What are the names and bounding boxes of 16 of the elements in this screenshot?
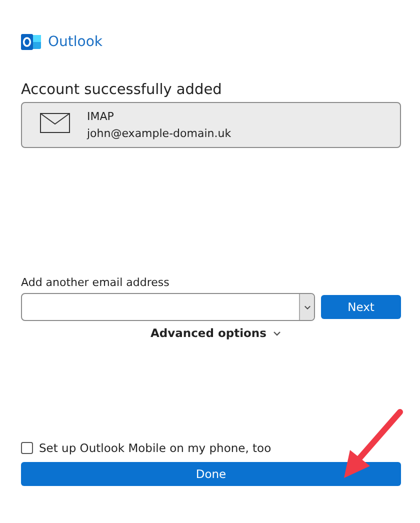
dropdown-button[interactable] [299,294,314,320]
field-label: Add another email address [21,276,170,289]
next-button[interactable]: Next [321,295,401,319]
heading: Account successfully added [21,82,223,98]
app-name: Outlook [48,34,103,50]
advanced-options-toggle[interactable]: Advanced options [150,326,282,340]
chevron-down-icon [304,304,310,310]
outlook-logo-icon [21,33,41,51]
envelope-icon [40,113,70,133]
account-email: john@example-domain.uk [87,127,232,140]
done-button[interactable]: Done [21,462,401,486]
checkbox[interactable] [21,442,33,454]
checkbox-label: Set up Outlook Mobile on my phone, too [39,441,272,455]
email-input-field[interactable] [21,293,315,321]
chevron-icon [273,330,282,336]
account-type: IMAP [87,110,115,123]
